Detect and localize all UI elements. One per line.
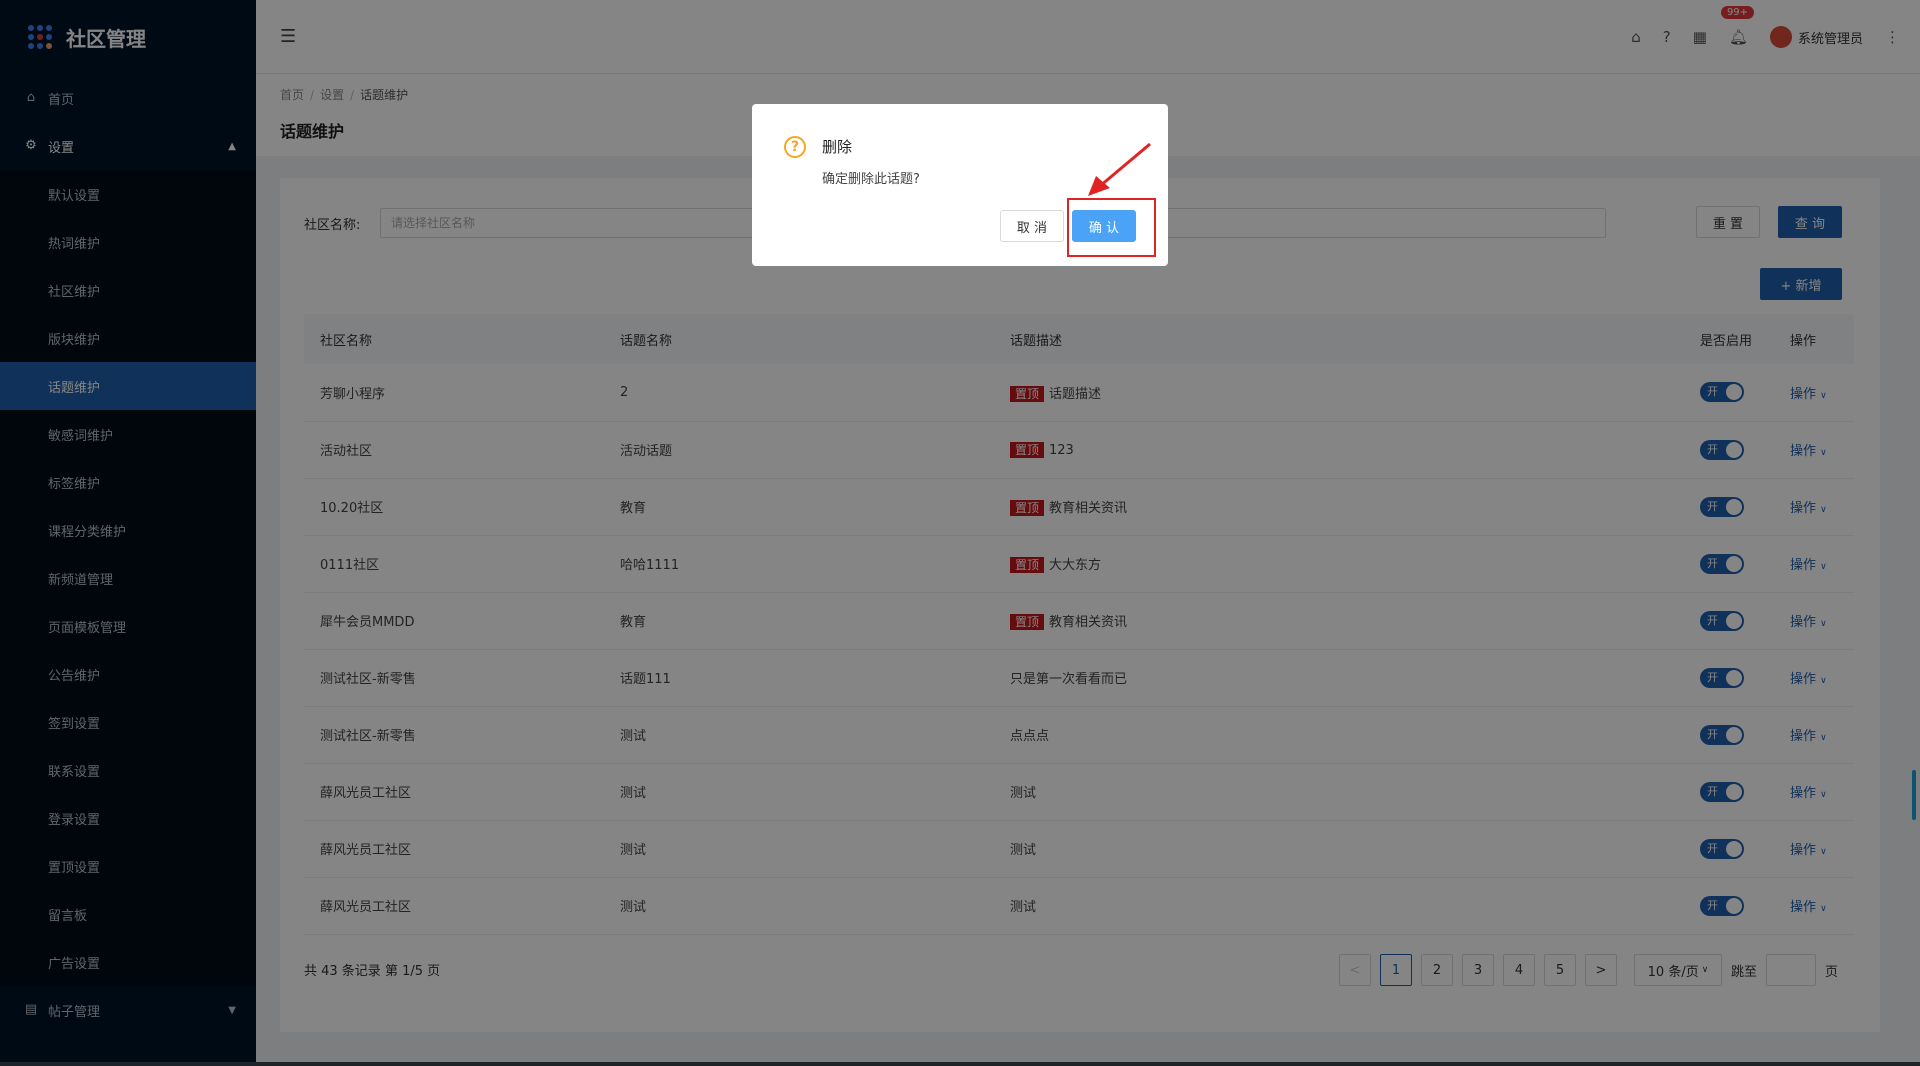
- annotation-arrow-icon: [1088, 142, 1151, 196]
- dialog-title: 删除: [822, 138, 853, 156]
- question-icon: ?: [784, 136, 806, 158]
- dialog-content: 确定删除此话题?: [822, 172, 920, 187]
- annotation-highlight-box: [1067, 198, 1156, 257]
- cancel-button[interactable]: 取 消: [1000, 210, 1064, 242]
